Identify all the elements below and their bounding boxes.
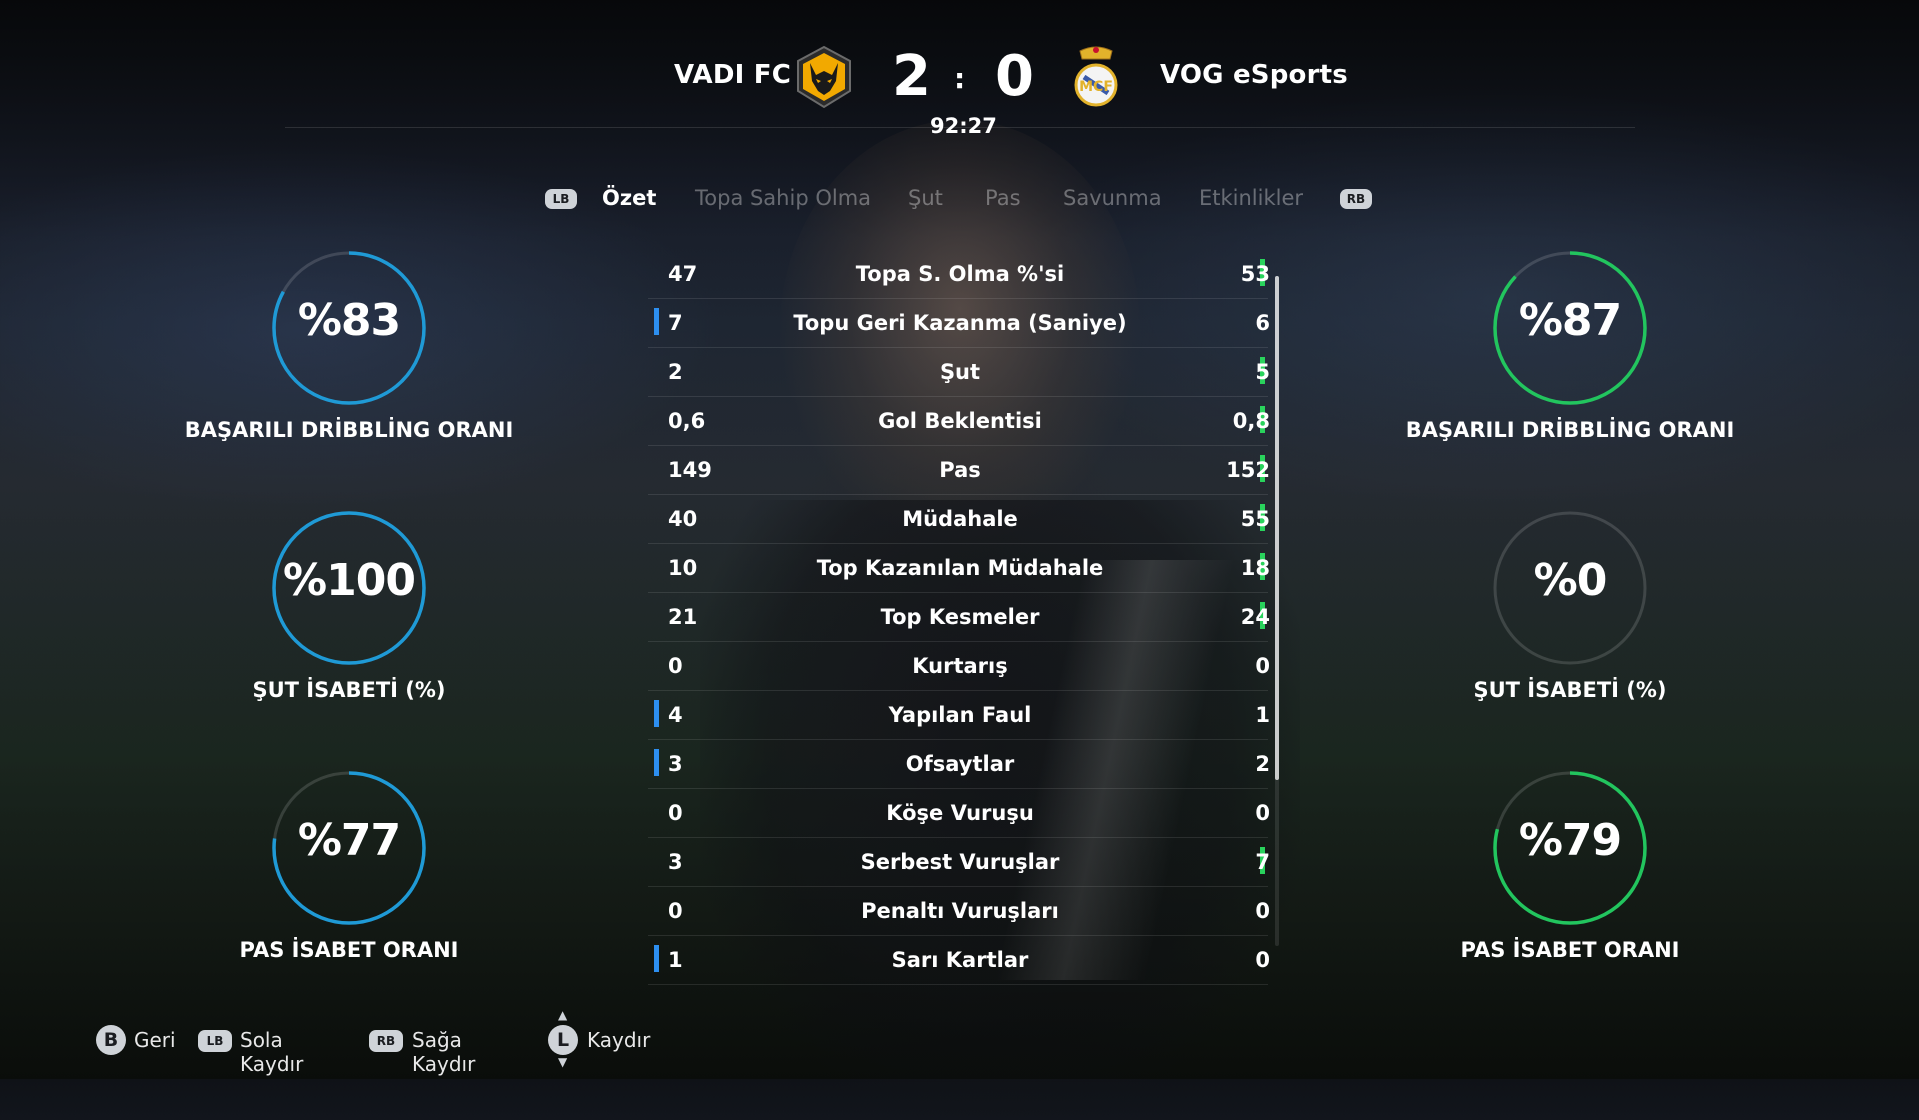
- stat-row: 1 Sarı Kartlar 0: [648, 936, 1270, 985]
- stat-label: Pas: [939, 458, 981, 482]
- header-divider: [285, 127, 1635, 128]
- footer-scroll-right-label[interactable]: Sağa Kaydır: [412, 1028, 475, 1076]
- stat-away-value: 53: [1240, 262, 1270, 286]
- rb-button-icon[interactable]: RB: [1340, 189, 1372, 209]
- rb-button-icon[interactable]: RB: [369, 1030, 403, 1052]
- stats-table[interactable]: 47 Topa S. Olma %'si 53 7 Topu Geri Kazanma …: [648, 250, 1270, 985]
- lb-button-icon[interactable]: LB: [545, 189, 577, 209]
- gauge-value: %79: [1518, 815, 1622, 866]
- tab-savunma[interactable]: Savunma: [1063, 186, 1162, 210]
- stat-row: 149 Pas 152: [648, 446, 1270, 495]
- footer-scroll-left-label[interactable]: Sola Kaydır: [240, 1028, 303, 1076]
- stat-row: 4 Yapılan Faul 1: [648, 691, 1270, 740]
- real-madrid-crest-icon: MCF: [1066, 45, 1126, 109]
- stat-label: Köşe Vuruşu: [886, 801, 1034, 825]
- stat-away-value: 18: [1240, 556, 1270, 580]
- gauge-label: ŞUT İSABETİ (%): [252, 678, 446, 702]
- stats-tab-bar: LB Özet Topa Sahip Olma Şut Pas Savunma …: [0, 186, 1919, 216]
- stat-label: Penaltı Vuruşları: [861, 899, 1059, 923]
- stat-row: 0 Kurtarış 0: [648, 642, 1270, 691]
- gauge-label: ŞUT İSABETİ (%): [1473, 678, 1667, 702]
- gauge-label: PAS İSABET ORANI: [239, 938, 459, 962]
- stat-away-value: 7: [1255, 850, 1270, 874]
- stats-scrollbar-thumb[interactable]: [1275, 276, 1279, 780]
- stat-away-value: 0: [1255, 899, 1270, 923]
- away-team-name: VOG eSports: [1160, 60, 1348, 90]
- home-gauge-1: %83: [269, 248, 429, 408]
- lb-button-icon[interactable]: LB: [198, 1030, 232, 1052]
- tab-etkinlikler[interactable]: Etkinlikler: [1199, 186, 1303, 210]
- footer-scroll-label[interactable]: Kaydır: [587, 1028, 650, 1052]
- stat-row: 3 Ofsaytlar 2: [648, 740, 1270, 789]
- stat-row: 3 Serbest Vuruşlar 7: [648, 838, 1270, 887]
- stat-away-value: 0: [1255, 948, 1270, 972]
- stat-away-value: 5: [1255, 360, 1270, 384]
- away-score: 0: [995, 44, 1034, 109]
- tab-ozet[interactable]: Özet: [602, 186, 656, 210]
- gauge-value: %0: [1533, 555, 1608, 606]
- stat-label: Serbest Vuruşlar: [860, 850, 1060, 874]
- home-team-name: VADI FC: [674, 60, 792, 90]
- match-clock: 92:27: [930, 114, 997, 138]
- stick-down-arrow-icon: ▼: [558, 1055, 568, 1069]
- away-gauge-1: %87: [1490, 248, 1650, 408]
- stat-row: 0 Penaltı Vuruşları 0: [648, 887, 1270, 936]
- stat-row: 40 Müdahale 55: [648, 495, 1270, 544]
- b-button-icon[interactable]: B: [96, 1025, 126, 1055]
- tab-sut[interactable]: Şut: [908, 186, 943, 210]
- gauge-value: %87: [1518, 295, 1622, 346]
- stat-label: Top Kesmeler: [880, 605, 1040, 629]
- stat-row: 21 Top Kesmeler 24: [648, 593, 1270, 642]
- away-gauge-2: %0: [1490, 508, 1650, 668]
- stat-row: 0 Köşe Vuruşu 0: [648, 789, 1270, 838]
- gauge-value: %83: [297, 295, 401, 346]
- stat-label: Gol Beklentisi: [878, 409, 1042, 433]
- stat-away-value: 0: [1255, 801, 1270, 825]
- stat-label: Topu Geri Kazanma (Saniye): [793, 311, 1127, 335]
- home-score: 2: [892, 44, 931, 109]
- stat-row: 0,6 Gol Beklentisi 0,8: [648, 397, 1270, 446]
- stat-away-value: 6: [1255, 311, 1270, 335]
- stat-label: Kurtarış: [912, 654, 1008, 678]
- gauge-label: BAŞARILI DRİBBLİNG ORANI: [1405, 418, 1735, 442]
- svg-text:MCF: MCF: [1079, 79, 1113, 95]
- gauge-value: %77: [297, 815, 401, 866]
- l-stick-icon[interactable]: L: [548, 1025, 578, 1055]
- stat-away-value: 0: [1255, 654, 1270, 678]
- stick-up-arrow-icon: ▲: [558, 1008, 568, 1022]
- stat-label: Şut: [939, 360, 981, 384]
- score-separator: :: [954, 62, 966, 95]
- stat-row: 2 Şut 5: [648, 348, 1270, 397]
- home-gauge-3: %77: [269, 768, 429, 928]
- stat-away-value: 152: [1226, 458, 1270, 482]
- stat-row: 7 Topu Geri Kazanma (Saniye) 6: [648, 299, 1270, 348]
- stat-row: 10 Top Kazanılan Müdahale 18: [648, 544, 1270, 593]
- gauge-label: PAS İSABET ORANI: [1460, 938, 1680, 962]
- stat-label: Topa S. Olma %'si: [855, 262, 1065, 286]
- stat-away-value: 2: [1255, 752, 1270, 776]
- wolf-crest-icon: [794, 45, 854, 109]
- stat-away-value: 24: [1240, 605, 1270, 629]
- stat-row: 47 Topa S. Olma %'si 53: [648, 250, 1270, 299]
- gauge-label: BAŞARILI DRİBBLİNG ORANI: [184, 418, 514, 442]
- gauge-value: %100: [283, 555, 416, 606]
- stat-away-value: 0,8: [1232, 409, 1270, 433]
- stat-label: Ofsaytlar: [905, 752, 1015, 776]
- home-gauge-2: %100: [269, 508, 429, 668]
- stat-label: Yapılan Faul: [888, 703, 1032, 727]
- stat-label: Sarı Kartlar: [891, 948, 1029, 972]
- tab-pas[interactable]: Pas: [985, 186, 1021, 210]
- stat-label: Müdahale: [902, 507, 1018, 531]
- away-gauge-3: %79: [1490, 768, 1650, 928]
- stat-label: Top Kazanılan Müdahale: [816, 556, 1104, 580]
- tab-topa-sahip-olma[interactable]: Topa Sahip Olma: [695, 186, 871, 210]
- stat-away-value: 1: [1255, 703, 1270, 727]
- stat-away-value: 55: [1240, 507, 1270, 531]
- footer-back-label[interactable]: Geri: [134, 1028, 176, 1052]
